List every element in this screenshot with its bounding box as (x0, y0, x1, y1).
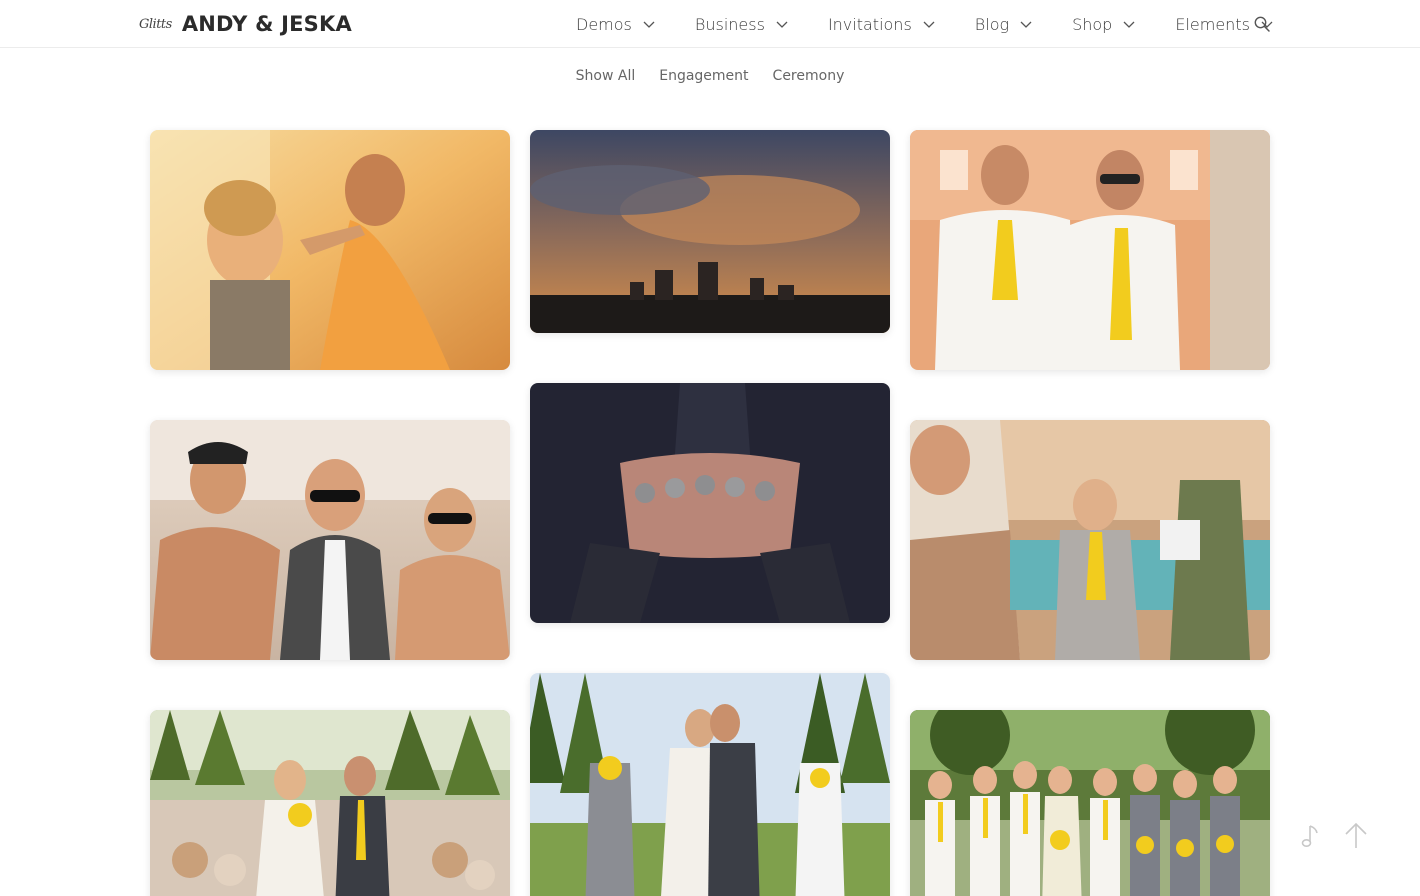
search-icon[interactable] (1253, 15, 1271, 33)
nav-item-demos[interactable]: Demos (576, 15, 657, 34)
gallery-photo-tying-ties[interactable] (910, 130, 1270, 370)
site-logo[interactable]: Glitts ANDY & JESKA (139, 10, 352, 38)
filter-engagement[interactable]: Engagement (659, 68, 748, 84)
nav-label: Invitations (827, 14, 912, 34)
chevron-down-icon (1020, 21, 1032, 28)
gallery-photo-wedding-party[interactable] (910, 710, 1270, 896)
arrow-up-icon[interactable] (1342, 820, 1370, 850)
gallery-photo-ring-fists[interactable] (530, 383, 890, 623)
logo-text: ANDY & JESKA (181, 12, 352, 36)
chevron-down-icon (776, 21, 788, 28)
gallery-photo-ring-bearer[interactable] (910, 420, 1270, 660)
nav-label: Demos (576, 14, 632, 34)
chevron-down-icon (643, 21, 655, 28)
nav-item-invitations[interactable]: Invitations (828, 15, 937, 34)
logo-script: Glitts (139, 16, 172, 32)
gallery-photo-city-skyline[interactable] (530, 130, 890, 333)
gallery-photo-groomsmen-sunglasses[interactable] (150, 420, 510, 660)
chevron-down-icon (1123, 21, 1135, 28)
filter-ceremony[interactable]: Ceremony (773, 68, 845, 84)
nav-item-shop[interactable]: Shop (1072, 15, 1137, 34)
gallery-photo-ceremony-walk[interactable] (150, 710, 510, 896)
nav-item-business[interactable]: Business (695, 15, 790, 34)
gallery-photo-first-kiss[interactable] (530, 673, 890, 896)
gallery-photo-makeup[interactable] (150, 130, 510, 370)
chevron-down-icon (923, 21, 935, 28)
main-nav: Demos Business Invitations Blog Shop Ele… (560, 0, 1313, 48)
music-note-icon[interactable] (1298, 822, 1320, 850)
filter-show-all[interactable]: Show All (576, 68, 636, 84)
nav-label: Business (694, 14, 765, 34)
nav-label: Shop (1072, 14, 1113, 34)
nav-label: Elements (1175, 14, 1250, 34)
site-header: Glitts ANDY & JESKA Demos Business Invit… (0, 0, 1420, 48)
nav-label: Blog (974, 14, 1010, 34)
gallery-filters: Show All Engagement Ceremony (0, 68, 1420, 84)
nav-item-blog[interactable]: Blog (975, 15, 1034, 34)
